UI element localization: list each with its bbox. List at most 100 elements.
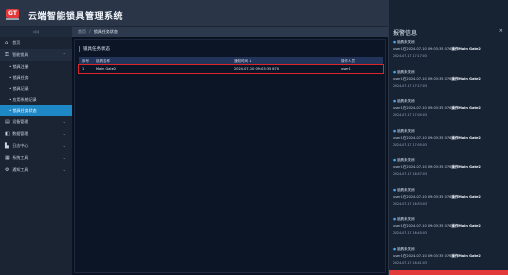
alert-detail-text: user1在2024-07-10 09:03:35 076 bbox=[393, 224, 452, 228]
alert-title: ●锁具未关闭 bbox=[393, 40, 508, 45]
sidebar-item-label: 数据管理 bbox=[12, 131, 29, 136]
bullet-icon: ● bbox=[393, 217, 397, 221]
bullet-icon: ● bbox=[393, 40, 397, 44]
col-header-index: 序号 bbox=[82, 59, 89, 63]
alert-title: ●锁具未关闭 bbox=[393, 129, 508, 134]
alert-time: 2024-07-17 16:45:03 bbox=[393, 231, 427, 235]
alert-item[interactable]: ●锁具未关闭 user1在2024-07-10 09:03:35 076操作Mai… bbox=[389, 243, 508, 273]
alert-panel: 报警信息 × ●锁具未关闭 user1在2024-07-10 09:03:35 0… bbox=[388, 0, 508, 275]
alert-title-text: 锁具未关闭 bbox=[397, 158, 415, 162]
alert-time: 2024-07-17 16:53:03 bbox=[393, 201, 427, 206]
close-icon[interactable]: × bbox=[499, 28, 503, 34]
alert-detail: user1在2024-07-10 09:03:35 076操作Main Gate… bbox=[393, 195, 508, 200]
chevron-down-icon: ⌄ bbox=[62, 167, 66, 172]
breadcrumb-separator: / bbox=[89, 29, 91, 34]
bullet-icon: ● bbox=[393, 158, 397, 162]
sidebar-item-label: 设备管理 bbox=[12, 119, 29, 124]
table-row[interactable]: 1 Main Gate2 2024-07-10 09:03:35 870 use… bbox=[78, 64, 384, 74]
sidebar-subitem-lock-register[interactable]: • 锁具注册 bbox=[0, 61, 72, 72]
sidebar-item-log[interactable]: ▙ 日志中心 ⌄ bbox=[0, 140, 72, 152]
sidebar-item-label: 日志中心 bbox=[12, 143, 29, 148]
alert-detail: user1在2024-07-10 09:03:35 076操作Main Gate… bbox=[393, 224, 508, 229]
sidebar-item-notify[interactable]: ⚙ 通知工具 ⌄ bbox=[0, 164, 72, 176]
alert-detail-text: user1在2024-07-10 09:03:35 076 bbox=[393, 165, 452, 169]
alert-time: 2024-07-17 17:05:03 bbox=[393, 113, 427, 117]
alert-detail: user1在2024-07-10 09:03:35 076操作Main Gate… bbox=[393, 254, 508, 259]
alert-item[interactable]: ●锁具未关闭 user1在2024-07-10 09:03:35 076操作Mai… bbox=[389, 154, 508, 184]
page-title: 锁具任务状态 bbox=[79, 46, 110, 52]
alert-detail-highlight: 操作Main Gate2 bbox=[451, 106, 481, 110]
sidebar-item-device[interactable]: ▤ 设备管理 ⌄ bbox=[0, 116, 72, 128]
sidebar-subitem-lock-task-status[interactable]: • 锁具任务状态 bbox=[0, 105, 72, 116]
alert-detail: user1在2024-07-10 09:03:35 076操作Main Gate… bbox=[393, 106, 508, 111]
app-title: 云端智能锁具管理系统 bbox=[28, 12, 124, 22]
main-content: 锁具任务状态 序号 锁具名称 通知时间 ↓ 操作人员 1 Main Gate2 … bbox=[72, 37, 388, 275]
alert-item[interactable]: ●锁具未关闭 user1在2024-07-10 09:03:35 076操作Mai… bbox=[389, 95, 508, 125]
alert-title: ●锁具未关闭 bbox=[393, 217, 508, 222]
alert-title-text: 锁具未关闭 bbox=[397, 69, 415, 74]
lock-icon: ⚿ bbox=[5, 52, 9, 58]
chevron-up-icon: ⌃ bbox=[62, 52, 66, 57]
bullet-icon: ● bbox=[393, 99, 397, 103]
sidebar-subitem-app-record[interactable]: • 应用系统记录 bbox=[0, 94, 72, 105]
col-header-time[interactable]: 通知时间 ↓ bbox=[234, 57, 252, 65]
col-header-operator: 操作人员 bbox=[341, 59, 355, 63]
alert-title-text: 锁具未关闭 bbox=[397, 40, 415, 44]
alert-panel-header: 报警信息 × bbox=[389, 27, 508, 37]
bullet-icon: ● bbox=[393, 128, 397, 133]
bullet-icon: ● bbox=[393, 69, 397, 74]
bullet-icon: ● bbox=[393, 246, 397, 251]
sidebar-item-label: 首页 bbox=[12, 40, 21, 45]
alert-title-text: 锁具未关闭 bbox=[397, 187, 415, 192]
alert-item[interactable]: ●锁具未关闭 user1在2024-07-10 09:03:35 076操作Mai… bbox=[389, 66, 508, 96]
col-header-name: 锁具名称 bbox=[96, 59, 110, 63]
alert-detail-highlight: 操作Main Gate2 bbox=[451, 253, 481, 258]
alert-time: 2024-07-17 16:57:03 bbox=[393, 172, 427, 176]
content-panel: 锁具任务状态 序号 锁具名称 通知时间 ↓ 操作人员 1 Main Gate2 … bbox=[74, 39, 386, 273]
app-header: GT 云端智能锁具管理系统 bbox=[0, 0, 388, 27]
alert-title-text: 锁具未关闭 bbox=[397, 246, 415, 251]
data-icon: ◧ bbox=[5, 131, 10, 137]
sidebar-subitem-lock-task[interactable]: • 锁具任务 bbox=[0, 72, 72, 83]
alert-time: 2024-07-17 16:41:03 bbox=[393, 260, 427, 265]
sidebar-item-label: 通知工具 bbox=[12, 167, 29, 172]
breadcrumb-home[interactable]: 首页 bbox=[78, 29, 86, 34]
sidebar-item-data[interactable]: ◧ 数据管理 ⌄ bbox=[0, 128, 72, 140]
sidebar-subitem-lock-record[interactable]: • 锁具记录 bbox=[0, 83, 72, 94]
alert-detail-highlight: 操作Main Gate2 bbox=[451, 47, 481, 51]
alert-detail-text: user1在2024-07-10 09:03:35 076 bbox=[393, 194, 452, 199]
app-logo: GT bbox=[6, 9, 24, 20]
alert-detail-highlight: 操作Main Gate2 bbox=[451, 135, 481, 140]
alert-title-text: 锁具未关闭 bbox=[397, 217, 415, 221]
chevron-down-icon: ⌄ bbox=[62, 131, 66, 136]
alert-list: ●锁具未关闭 user1在2024-07-10 09:03:35 076操作Mai… bbox=[389, 36, 508, 272]
sidebar-item-smart-lock[interactable]: ⚿ 智能锁具 ⌃ bbox=[0, 49, 72, 61]
alert-detail-highlight: 操作Main Gate2 bbox=[451, 76, 481, 81]
alert-detail-text: user1在2024-07-10 09:03:35 076 bbox=[393, 106, 452, 110]
alert-item[interactable]: ●锁具未关闭 user1在2024-07-10 09:03:35 076操作Mai… bbox=[389, 213, 508, 243]
breadcrumb-current: 锁具任务状态 bbox=[93, 29, 118, 34]
sidebar: ◁◁ ⌂ 首页 ⚿ 智能锁具 ⌃ • 锁具注册 • 锁具任务 • 锁具记录 • … bbox=[0, 27, 72, 275]
sidebar-item-home[interactable]: ⌂ 首页 bbox=[0, 37, 72, 49]
task-table: 序号 锁具名称 通知时间 ↓ 操作人员 1 Main Gate2 2024-07… bbox=[78, 57, 384, 74]
alert-title: ●锁具未关闭 bbox=[393, 188, 508, 193]
gear-icon: ⚙ bbox=[5, 167, 10, 173]
alert-item[interactable]: ●锁具未关闭 user1在2024-07-10 09:03:35 076操作Mai… bbox=[389, 36, 508, 66]
alert-detail-highlight: 操作Main Gate2 bbox=[451, 194, 481, 199]
chevron-down-icon: ⌄ bbox=[62, 143, 66, 148]
logo-mark: GT bbox=[6, 9, 19, 18]
sidebar-collapse-button[interactable]: ◁◁ bbox=[0, 27, 72, 37]
sidebar-item-tools[interactable]: ▦ 系统工具 ⌄ bbox=[0, 152, 72, 164]
alert-detail-text: user1在2024-07-10 09:03:35 076 bbox=[393, 253, 452, 258]
alert-detail: user1在2024-07-10 09:03:35 076操作Main Gate… bbox=[393, 136, 508, 141]
cell-time: 2024-07-10 09:03:35 870 bbox=[234, 67, 279, 71]
alert-item[interactable]: ●锁具未关闭 user1在2024-07-10 09:03:35 076操作Mai… bbox=[389, 184, 508, 214]
home-icon: ⌂ bbox=[5, 40, 9, 46]
alert-time: 2024-07-17 17:17:03 bbox=[393, 54, 427, 58]
table-header: 序号 锁具名称 通知时间 ↓ 操作人员 bbox=[79, 57, 383, 65]
alert-title-text: 锁具未关闭 bbox=[397, 99, 415, 103]
logo-underline bbox=[6, 18, 19, 20]
alert-title-text: 锁具未关闭 bbox=[397, 128, 415, 133]
alert-item[interactable]: ●锁具未关闭 user1在2024-07-10 09:03:35 076操作Mai… bbox=[389, 125, 508, 155]
alert-detail-text: user1在2024-07-10 09:03:35 076 bbox=[393, 76, 452, 81]
